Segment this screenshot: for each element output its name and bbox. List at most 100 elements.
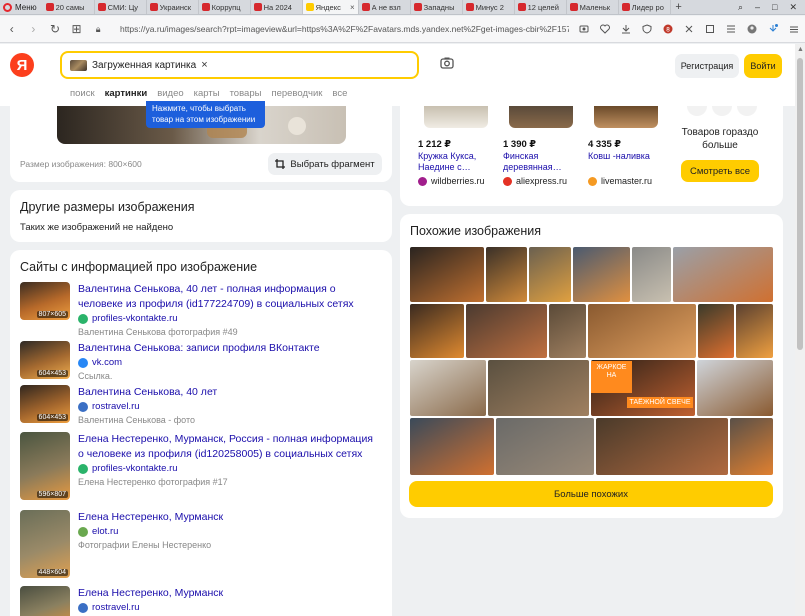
product-name[interactable]: Кружка Кукса, Наедине с… bbox=[418, 151, 498, 173]
browser-tab[interactable]: 20 самы bbox=[43, 0, 95, 14]
site-result-domain[interactable]: rostravel.ru bbox=[78, 401, 140, 412]
similar-image-thumbnail[interactable] bbox=[410, 418, 494, 475]
browser-tab[interactable]: Маленьк bbox=[567, 0, 619, 14]
browser-tab[interactable]: Западны bbox=[411, 0, 463, 14]
browser-tab[interactable]: СМИ: Цу bbox=[95, 0, 147, 14]
opera-menu-button[interactable]: Меню bbox=[0, 0, 43, 14]
browser-tab[interactable]: Яндекс × bbox=[302, 0, 359, 14]
product-image[interactable] bbox=[594, 106, 658, 128]
similar-image-thumbnail[interactable] bbox=[496, 418, 594, 475]
download-icon[interactable] bbox=[621, 24, 631, 34]
search-tab[interactable]: карты bbox=[194, 88, 220, 99]
site-result-thumbnail[interactable]: 448×604 bbox=[20, 510, 70, 578]
browser-tab[interactable]: Коррупц bbox=[199, 0, 251, 14]
shield-icon[interactable] bbox=[642, 24, 652, 34]
product-name[interactable]: Ковш -наливка bbox=[588, 151, 668, 162]
similar-image-thumbnail[interactable] bbox=[698, 304, 734, 358]
product-card[interactable]: 1 390 ₽ Финская деревянная… aliexpress.ru bbox=[495, 106, 587, 198]
see-all-button[interactable]: Смотреть все bbox=[681, 160, 759, 182]
puzzle-icon[interactable] bbox=[705, 24, 715, 34]
close-window-icon[interactable]: ✕ bbox=[789, 2, 797, 13]
browser-tab[interactable]: 12 целей bbox=[515, 0, 567, 14]
similar-image-thumbnail[interactable] bbox=[466, 304, 547, 358]
login-button[interactable]: Войти bbox=[744, 54, 782, 78]
similar-image-thumbnail[interactable] bbox=[573, 247, 630, 302]
similar-image-thumbnail[interactable] bbox=[410, 247, 484, 302]
search-tabs-icon[interactable]: ⌕ bbox=[738, 2, 743, 13]
product-card[interactable]: 1 212 ₽ Кружка Кукса, Наедине с… wildberri… bbox=[410, 106, 502, 198]
browser-tab[interactable]: Украинск bbox=[147, 0, 199, 14]
scroll-up-icon[interactable]: ▲ bbox=[797, 46, 804, 53]
scrollbar-thumb[interactable] bbox=[797, 58, 803, 350]
product-name[interactable]: Финская деревянная… bbox=[503, 151, 583, 173]
product-image[interactable] bbox=[424, 106, 488, 128]
register-button[interactable]: Регистрация bbox=[675, 54, 739, 78]
site-result-thumbnail[interactable]: 604×453 bbox=[20, 341, 70, 379]
site-result-domain[interactable]: rostravel.ru bbox=[78, 602, 140, 613]
new-tab-button[interactable]: + bbox=[671, 0, 687, 14]
select-product-hint[interactable]: Нажмите, чтобы выбрать товар на этом изо… bbox=[146, 101, 265, 128]
yandex-logo[interactable]: Я bbox=[10, 53, 34, 77]
maximize-icon[interactable]: □ bbox=[772, 2, 777, 12]
tab-close-icon[interactable]: × bbox=[350, 3, 355, 12]
forward-icon[interactable]: › bbox=[28, 22, 40, 36]
similar-image-thumbnail[interactable] bbox=[410, 304, 464, 358]
tab-grid-icon[interactable]: ⊞ bbox=[71, 22, 83, 36]
product-shop[interactable]: wildberries.ru bbox=[418, 176, 485, 186]
site-result-thumbnail[interactable] bbox=[20, 586, 70, 616]
scissors-icon[interactable] bbox=[684, 24, 694, 34]
search-tab[interactable]: видео bbox=[157, 88, 183, 99]
site-result-title[interactable]: Валентина Сенькова, 40 лет - полная инфо… bbox=[78, 282, 378, 312]
similar-image-thumbnail[interactable] bbox=[736, 304, 773, 358]
select-fragment-button[interactable]: Выбрать фрагмент bbox=[268, 153, 382, 175]
camera-search-icon[interactable] bbox=[440, 57, 454, 69]
similar-image-thumbnail[interactable] bbox=[697, 360, 773, 416]
site-result-thumbnail[interactable]: 596×807 bbox=[20, 432, 70, 500]
browser-tab[interactable]: А не взл bbox=[359, 0, 411, 14]
site-result-thumbnail[interactable]: 807×605 bbox=[20, 282, 70, 320]
browser-tab[interactable]: Лидер ро bbox=[619, 0, 671, 14]
product-card[interactable]: 4 335 ₽ Ковш -наливка livemaster.ru bbox=[580, 106, 672, 198]
site-result-title[interactable]: Валентина Сенькова, 40 лет bbox=[78, 385, 378, 400]
url-field[interactable]: https://ya.ru/images/search?rpt=imagevie… bbox=[120, 24, 569, 34]
reload-icon[interactable]: ↻ bbox=[49, 22, 61, 36]
search-tab[interactable]: картинки bbox=[105, 88, 148, 99]
site-result-domain[interactable]: profiles-vkontakte.ru bbox=[78, 463, 178, 474]
similar-image-thumbnail[interactable] bbox=[632, 247, 671, 302]
browser-menu-icon[interactable] bbox=[789, 24, 799, 34]
adblock-icon[interactable]: 8 bbox=[663, 24, 673, 34]
browser-tab[interactable]: На 2024 bbox=[251, 0, 303, 14]
similar-image-thumbnail[interactable] bbox=[549, 304, 586, 358]
search-tab[interactable]: все bbox=[332, 88, 347, 99]
uploaded-image-chip[interactable]: Загруженная картинка × bbox=[70, 59, 208, 71]
product-shop[interactable]: aliexpress.ru bbox=[503, 176, 567, 186]
profile-icon[interactable] bbox=[747, 24, 757, 34]
camera-snapshot-icon[interactable] bbox=[579, 24, 589, 34]
site-result-domain[interactable]: elot.ru bbox=[78, 526, 118, 537]
product-image[interactable] bbox=[509, 106, 573, 128]
similar-image-thumbnail[interactable] bbox=[673, 247, 773, 302]
list-icon[interactable] bbox=[726, 24, 736, 34]
search-input[interactable]: Загруженная картинка × bbox=[60, 51, 419, 79]
similar-image-thumbnail[interactable] bbox=[596, 418, 728, 475]
back-icon[interactable]: ‹ bbox=[6, 22, 18, 36]
similar-image-thumbnail[interactable] bbox=[529, 247, 571, 302]
site-result-domain[interactable]: profiles-vkontakte.ru bbox=[78, 313, 178, 324]
search-tab[interactable]: товары bbox=[230, 88, 262, 99]
site-result-title[interactable]: Елена Нестеренко, Мурманск bbox=[78, 586, 378, 601]
minimize-icon[interactable]: – bbox=[755, 2, 760, 12]
similar-image-thumbnail[interactable] bbox=[410, 360, 486, 416]
search-tab[interactable]: поиск bbox=[70, 88, 95, 99]
product-shop[interactable]: livemaster.ru bbox=[588, 176, 652, 186]
chip-close-icon[interactable]: × bbox=[201, 59, 207, 71]
similar-image-thumbnail[interactable] bbox=[588, 304, 696, 358]
heart-icon[interactable] bbox=[600, 24, 611, 34]
site-result-title[interactable]: Валентина Сенькова: записи профиля ВКонт… bbox=[78, 341, 378, 356]
search-tab[interactable]: переводчик bbox=[271, 88, 322, 99]
similar-image-thumbnail[interactable] bbox=[730, 418, 773, 475]
downloads-arrow-icon[interactable] bbox=[768, 24, 779, 34]
browser-tab[interactable]: Минус 2 bbox=[463, 0, 515, 14]
site-result-title[interactable]: Елена Нестеренко, Мурманск bbox=[78, 510, 378, 525]
site-result-title[interactable]: Елена Нестеренко, Мурманск, Россия - пол… bbox=[78, 432, 378, 462]
page-scrollbar[interactable]: ▲ bbox=[795, 44, 805, 616]
